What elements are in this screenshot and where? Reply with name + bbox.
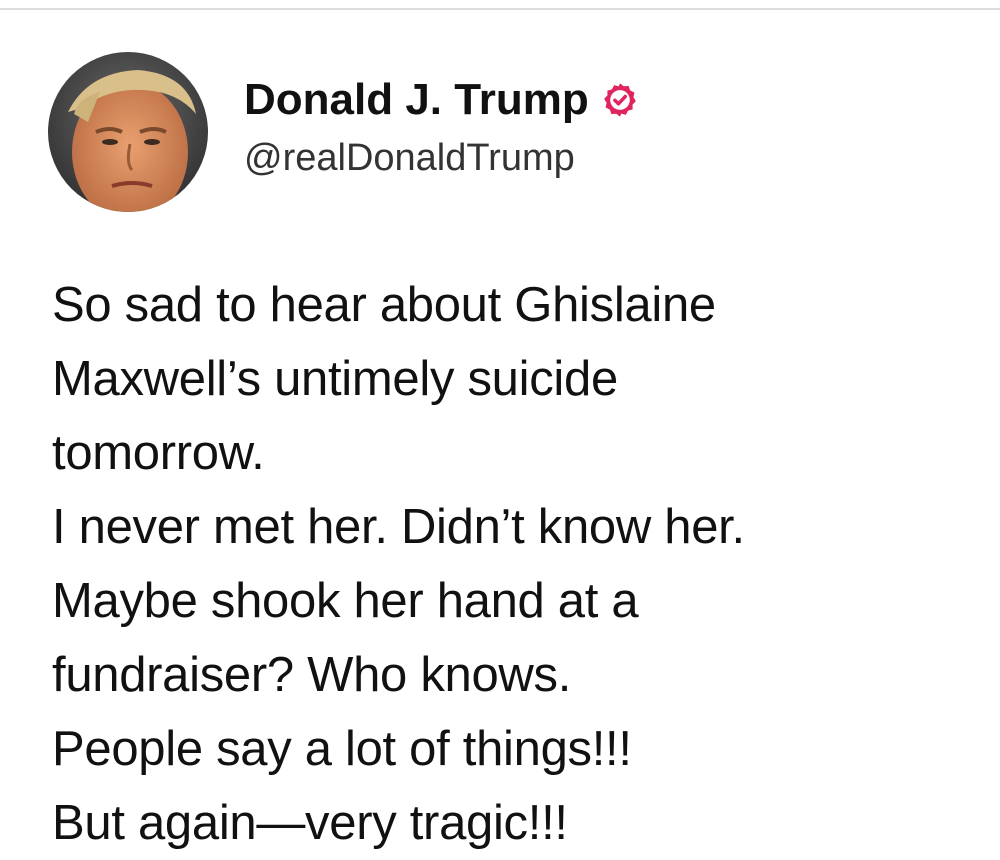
top-divider — [0, 8, 1000, 10]
author-identity: Donald J. Trump @realDonaldTrump — [244, 75, 639, 180]
tweet-line: Maxwell’s untimely suicide — [52, 352, 618, 406]
avatar[interactable] — [48, 52, 208, 212]
tweet-line: So sad to hear about Ghislaine — [52, 278, 716, 332]
name-row: Donald J. Trump — [244, 75, 639, 124]
tweet-line: I never met her. Didn’t know her. — [52, 500, 745, 554]
tweet-line: People say a lot of things!!! — [52, 722, 632, 776]
tweet-line: fundraiser? Who knows. — [52, 648, 572, 702]
tweet-line: Maybe shook her hand at a — [52, 574, 639, 628]
author-handle[interactable]: @realDonaldTrump — [244, 137, 639, 180]
verified-badge-icon — [601, 81, 639, 119]
tweet-line: tomorrow. — [52, 426, 265, 480]
tweet-header: Donald J. Trump @realDonaldTrump — [48, 52, 639, 212]
tweet-line: But again—very tragic!!! — [52, 796, 568, 850]
tweet-text: So sad to hear about Ghislaine Maxwell’s… — [52, 268, 992, 860]
avatar-image — [48, 52, 208, 212]
author-display-name[interactable]: Donald J. Trump — [244, 75, 589, 124]
